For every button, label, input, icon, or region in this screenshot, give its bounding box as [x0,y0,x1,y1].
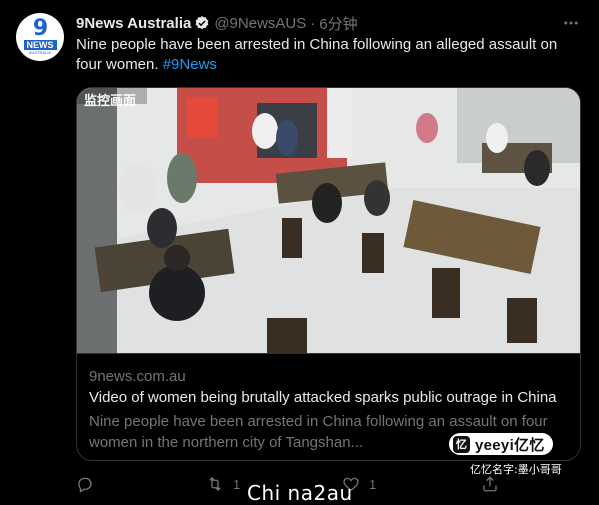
display-name[interactable]: 9News Australia [76,15,191,32]
reply-button[interactable] [76,472,103,496]
tweet-header: 9News Australia @9NewsAUS · 6分钟 [76,13,358,33]
nine-logo-news: NEWS [23,40,57,50]
retweet-icon [209,477,221,491]
overlay-watermark-text: Chi na2au [247,481,353,505]
handle[interactable]: @9NewsAUS [214,15,306,32]
yeeyi-watermark: 忆 yeeyi亿忆 [449,433,553,455]
nine-logo-numeral: 9 [32,16,48,41]
tweet-text: Nine people have been arrested in China … [76,35,576,75]
separator-dot: · [310,14,316,32]
reply-icon [78,477,92,493]
yeeyi-brand: yeeyi亿忆 [475,436,545,454]
timestamp[interactable]: 6分钟 [319,13,357,34]
link-card[interactable]: 监控画面 9news.com.au Video of women being b… [76,87,581,461]
yeeyi-logo-icon: 忆 [453,435,470,453]
like-count: 1 [369,476,377,492]
avatar[interactable]: 9 NEWS AUSTRALIA [16,13,64,61]
nine-logo-sub: AUSTRALIA [28,50,52,55]
more-options-icon[interactable] [560,13,582,33]
hashtag-link[interactable]: #9News [163,56,217,73]
card-image[interactable]: 监控画面 [77,88,580,353]
share-button[interactable] [481,472,499,496]
retweet-count: 1 [233,476,241,492]
share-icon [483,476,497,492]
card-title[interactable]: Video of women being brutally attacked s… [89,389,557,406]
restaurant-surveillance-image [77,88,580,353]
tweet[interactable]: 9 NEWS AUSTRALIA 9News Australia @9NewsA… [0,0,599,505]
verified-badge-icon [195,16,209,30]
retweet-button[interactable]: 1 [206,472,240,496]
camera-label: 监控画面 [84,93,137,108]
card-domain: 9news.com.au [89,368,186,385]
tweet-text-content: Nine people have been arrested in China … [76,36,558,73]
